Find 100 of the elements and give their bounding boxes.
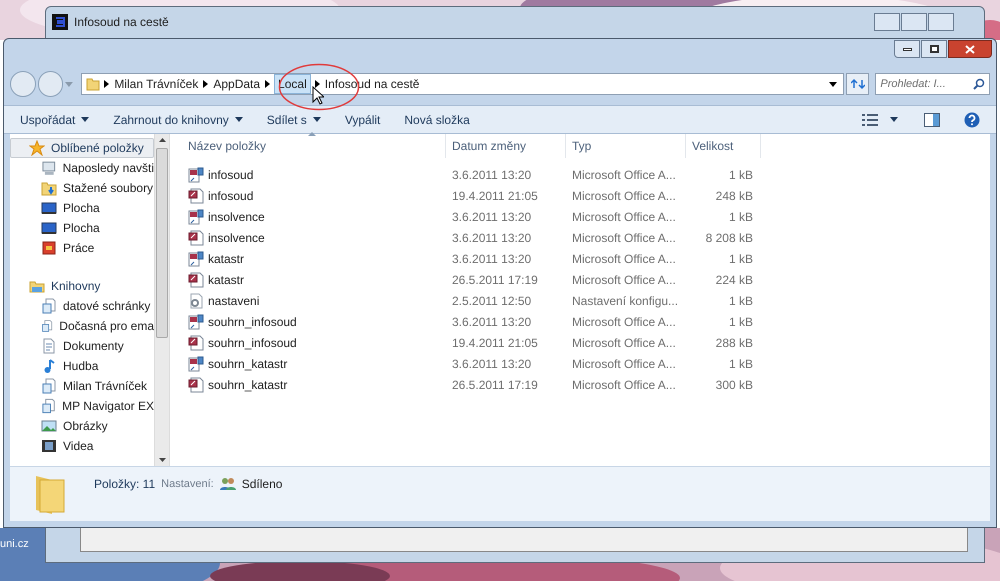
file-name: souhrn_katastr	[208, 376, 288, 394]
close-icon	[965, 44, 975, 54]
library-document-icon	[41, 298, 57, 314]
column-header[interactable]: Typ	[566, 134, 686, 158]
size-cell-text: 1 kB	[728, 292, 754, 310]
size-cell-text: 248 kB	[714, 188, 754, 204]
toolbar-button[interactable]: Uspořádat	[12, 110, 98, 128]
file-name-cell[interactable]: infosoud	[186, 166, 446, 184]
date-cell-text: 26.5.2011 17:19	[451, 376, 539, 394]
scrollbar[interactable]	[154, 134, 170, 466]
sidebar-item[interactable]: Dokumenty	[10, 336, 154, 356]
sidebar-item[interactable]: Milan Trávníček	[10, 376, 154, 396]
file-name: insolvence	[208, 208, 265, 226]
file-name-cell[interactable]: insolvence	[186, 208, 446, 226]
date-cell-text: 3.6.2011 13:20	[451, 250, 532, 268]
library-document-icon	[41, 318, 54, 334]
type-cell-text: Microsoft Office A...	[571, 314, 677, 330]
type-cell-text: Nastavení konfigu...	[571, 292, 680, 310]
database-file-icon	[188, 188, 204, 204]
size-cell-text: 224 kB	[714, 272, 754, 288]
file-name-cell[interactable]: souhrn_katastr	[186, 354, 446, 372]
date-cell-text: 3.6.2011 13:20	[451, 314, 532, 330]
sidebar-item[interactable]: Plocha	[10, 198, 154, 218]
database-file-icon	[188, 272, 204, 288]
desktop-label: uni.cz	[0, 537, 29, 552]
breadcrumb-item[interactable]: AppData	[212, 75, 262, 93]
toolbar-button[interactable]: Vypálit	[336, 110, 388, 128]
file-name-cell[interactable]: insolvence	[186, 228, 446, 246]
minimize-button[interactable]	[894, 40, 920, 58]
breadcrumb-item[interactable]: Milan Trávníček	[113, 75, 200, 93]
file-name: infosoud	[208, 188, 254, 204]
folder-icon	[86, 77, 100, 91]
size-cell-text: 1 kB	[728, 356, 754, 372]
file-name-cell[interactable]: nastaveni	[186, 292, 446, 310]
desktop-icon	[41, 200, 57, 216]
size-cell-text: 288 kB	[714, 334, 754, 352]
scroll-down-icon[interactable]	[158, 458, 166, 462]
dropdown-caret-icon	[828, 82, 837, 86]
folder-download-icon	[41, 180, 57, 196]
sidebar-item[interactable]: Dočasná pro ema	[10, 316, 154, 336]
type-cell-text: Microsoft Office A...	[571, 356, 677, 372]
search-field[interactable]: Prohledat: I...	[875, 73, 990, 95]
size-cell-text: 1 kB	[728, 166, 754, 184]
close-button[interactable]	[948, 40, 992, 58]
help-icon[interactable]	[964, 112, 980, 128]
sidebar-item[interactable]: MP Navigator EX	[10, 396, 154, 416]
type-cell-text: Microsoft Office A...	[571, 250, 677, 268]
sidebar-group[interactable]: Knihovny	[10, 276, 154, 296]
chevron-icon	[265, 80, 270, 88]
window-title: Infosoud na cestě	[74, 14, 169, 31]
setting-label: Nastavení:	[161, 476, 214, 492]
refresh-button[interactable]	[846, 73, 870, 95]
sidebar-item[interactable]: Práce	[10, 238, 154, 258]
file-name-cell[interactable]: katastr	[186, 250, 446, 268]
size-cell-text: 1 kB	[728, 314, 754, 330]
toolbar-button[interactable]: Sdílet s	[258, 110, 329, 128]
preview-pane-icon[interactable]	[924, 112, 940, 126]
sidebar-group[interactable]: Oblíbené položky	[10, 138, 154, 158]
file-name-cell[interactable]: katastr	[186, 270, 446, 288]
file-name: souhrn_infosoud	[208, 314, 297, 330]
file-name-cell[interactable]: souhrn_katastr	[186, 376, 446, 394]
type-cell-text: Microsoft Office A...	[571, 272, 677, 288]
library-document-icon	[41, 378, 57, 394]
file-name: katastr	[208, 250, 244, 268]
file-name: katastr	[208, 272, 244, 288]
type-cell-text: Microsoft Office A...	[571, 188, 677, 204]
chevron-icon	[314, 80, 320, 88]
column-header[interactable]: Datum změny	[446, 134, 566, 158]
mouse-cursor-icon	[312, 86, 324, 105]
file-name-cell[interactable]: souhrn_infosoud	[186, 312, 446, 330]
date-cell-text: 3.6.2011 13:20	[451, 166, 532, 184]
size-cell-text: 1 kB	[728, 250, 754, 268]
file-name: insolvence	[208, 230, 265, 246]
database-file-icon	[188, 230, 204, 246]
picture-icon	[41, 418, 57, 434]
toolbar-button[interactable]: Zahrnout do knihovny	[105, 110, 251, 128]
sidebar-item[interactable]: Plocha	[10, 218, 154, 238]
users-icon	[220, 477, 236, 491]
toolbar-button[interactable]: Nová složka	[396, 110, 478, 128]
chevron-icon	[203, 80, 208, 88]
file-name-cell[interactable]: infosoud	[186, 186, 446, 204]
type-cell-text: Microsoft Office A...	[571, 376, 677, 394]
date-cell-text: 3.6.2011 13:20	[451, 356, 532, 372]
sidebar-item[interactable]: Stažené soubory	[10, 178, 154, 198]
desktop-icon	[41, 220, 57, 236]
view-options-icon[interactable]	[862, 114, 878, 126]
maximize-button[interactable]	[921, 40, 947, 58]
column-header[interactable]: Velikost	[686, 134, 761, 158]
file-name: souhrn_infosoud	[208, 334, 297, 352]
sidebar-item[interactable]: Videa	[10, 436, 154, 456]
sidebar-item[interactable]: Hudba	[10, 356, 154, 376]
item-count: Položky: 11	[94, 476, 156, 493]
sidebar-item[interactable]: Naposledy navšti	[10, 158, 154, 178]
refresh-icon	[850, 78, 864, 90]
sidebar-item[interactable]: Obrázky	[10, 416, 154, 436]
settings-file-icon	[188, 292, 204, 308]
scroll-up-icon[interactable]	[158, 138, 166, 142]
sidebar-item[interactable]: datové schránky	[10, 296, 154, 316]
file-name: infosoud	[208, 166, 254, 184]
file-name-cell[interactable]: souhrn_infosoud	[186, 334, 446, 352]
